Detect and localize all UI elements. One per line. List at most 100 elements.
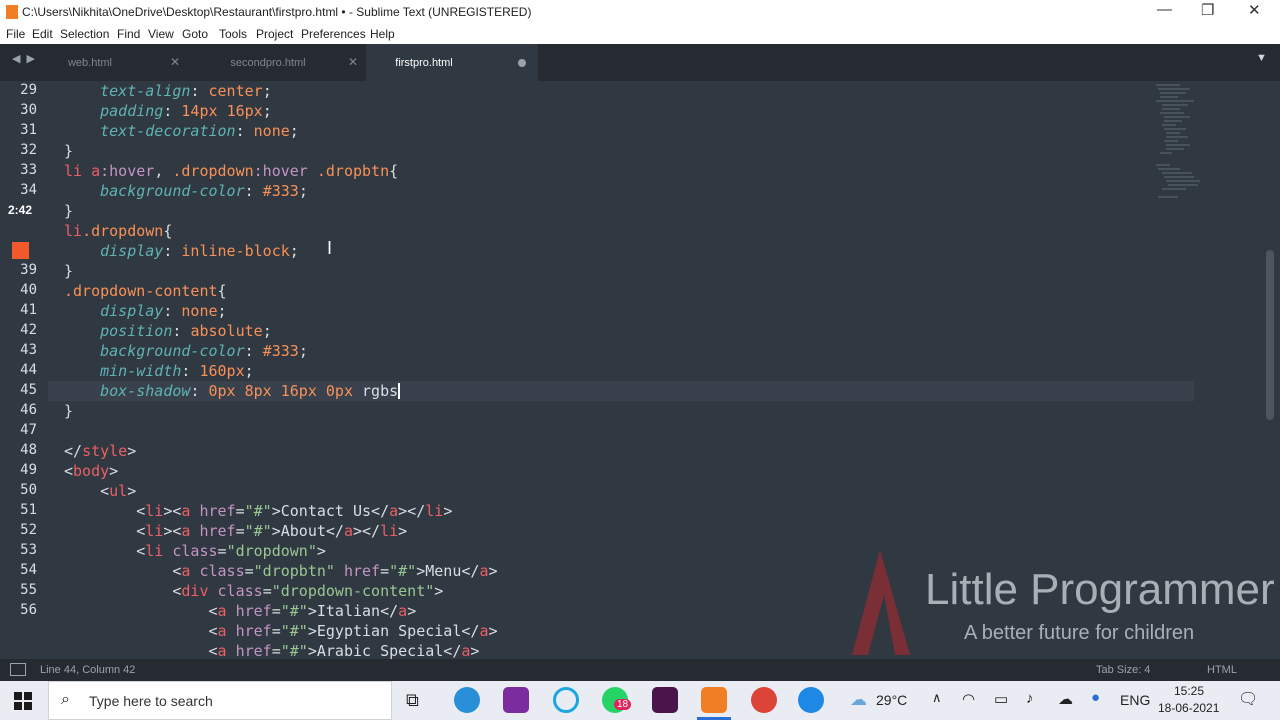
- whatsapp-badge: 18: [614, 699, 632, 710]
- code-token: :: [172, 322, 191, 340]
- clock-date[interactable]: 18-06-2021: [1158, 701, 1219, 715]
- code-token: none: [181, 302, 218, 320]
- line-number: 33: [20, 162, 37, 178]
- weather-cloud-icon[interactable]: ☁: [850, 690, 867, 710]
- code-token: =: [244, 562, 254, 580]
- menu-goto[interactable]: Goto: [182, 27, 208, 41]
- code-line[interactable]: background-color: #333;: [64, 182, 308, 200]
- line-number: 46: [20, 402, 37, 418]
- code-line[interactable]: position: absolute;: [64, 322, 272, 340]
- code-token: >: [127, 482, 137, 500]
- code-line[interactable]: <a class="dropbtn" href="#">Menu</a>: [64, 562, 497, 580]
- code-line[interactable]: text-decoration: none;: [64, 122, 299, 140]
- menu-file[interactable]: File: [6, 27, 25, 41]
- menu-selection[interactable]: Selection: [60, 27, 109, 41]
- code-line[interactable]: <ul>: [64, 482, 136, 500]
- code-line[interactable]: <li><a href="#">Contact Us</a></li>: [64, 502, 452, 520]
- notification-icon[interactable]: 🗨: [1238, 689, 1258, 709]
- volume-icon[interactable]: ♪: [1026, 690, 1034, 707]
- code-token: {: [163, 222, 173, 240]
- menu-tools[interactable]: Tools: [219, 27, 247, 41]
- menu-find[interactable]: Find: [117, 27, 140, 41]
- tab-size[interactable]: Tab Size: 4: [1096, 664, 1150, 676]
- task-view-icon[interactable]: ⧉: [406, 690, 419, 711]
- code-line[interactable]: <div class="dropdown-content">: [64, 582, 443, 600]
- slack-icon[interactable]: [652, 687, 678, 713]
- tab-firstpro-html[interactable]: firstpro.html: [366, 44, 538, 81]
- tab-list-dropdown-icon[interactable]: ▼: [1256, 52, 1267, 64]
- title-bar: C:\Users\Nikhita\OneDrive\Desktop\Restau…: [0, 0, 1280, 24]
- battery-icon[interactable]: ▭: [994, 690, 1008, 708]
- chrome-icon[interactable]: [751, 687, 777, 713]
- onedrive-icon[interactable]: ☁: [1058, 690, 1073, 708]
- code-token: padding: [64, 102, 164, 120]
- edge-icon[interactable]: [454, 687, 480, 713]
- minimize-icon[interactable]: —: [1157, 1, 1172, 18]
- vertical-scrollbar[interactable]: [1266, 250, 1274, 420]
- code-line[interactable]: padding: 14px 16px;: [64, 102, 272, 120]
- code-token: background-color: [64, 342, 245, 360]
- maximize-icon[interactable]: ❐: [1201, 1, 1214, 19]
- code-line[interactable]: </style>: [64, 442, 136, 460]
- windows-start-icon[interactable]: [14, 692, 32, 710]
- unsaved-dot-icon[interactable]: [518, 59, 526, 67]
- code-token: a: [398, 602, 408, 620]
- code-line[interactable]: display: inline-block;: [64, 242, 299, 260]
- code-line[interactable]: .dropdown-content{: [64, 282, 227, 300]
- line-number: 29: [20, 82, 37, 98]
- menu-edit[interactable]: Edit: [32, 27, 53, 41]
- menu-help[interactable]: Help: [370, 27, 395, 41]
- menu-project[interactable]: Project: [256, 27, 293, 41]
- onenote-icon[interactable]: [503, 687, 529, 713]
- code-token: "dropbtn": [253, 562, 335, 580]
- tab-close-icon[interactable]: ✕: [170, 55, 180, 69]
- code-line[interactable]: <a href="#">Egyptian Special</a>: [64, 622, 497, 640]
- cortana-icon[interactable]: [553, 687, 579, 713]
- code-token: 160px: [199, 362, 245, 380]
- code-line[interactable]: }: [64, 402, 73, 420]
- close-icon[interactable]: ✕: [1248, 1, 1261, 19]
- code-token: >Menu</: [416, 562, 480, 580]
- record-stop-icon[interactable]: [12, 242, 29, 259]
- code-token: display: [64, 242, 164, 260]
- meet-icon[interactable]: ●: [1091, 689, 1100, 706]
- sublime-taskbar-icon[interactable]: [701, 687, 727, 713]
- code-line[interactable]: li a:hover, .dropdown:hover .dropbtn{: [64, 162, 398, 180]
- menu-view[interactable]: View: [148, 27, 174, 41]
- code-line[interactable]: <li class="dropdown">: [64, 542, 326, 560]
- code-token: class: [163, 542, 218, 560]
- minimap[interactable]: [1150, 81, 1220, 221]
- tab-close-icon[interactable]: ✕: [348, 55, 358, 69]
- menu-preferences[interactable]: Preferences: [301, 27, 366, 41]
- code-token: class: [208, 582, 263, 600]
- code-token: li: [145, 542, 164, 560]
- code-line[interactable]: display: none;: [64, 302, 226, 320]
- language-indicator[interactable]: ENG: [1120, 692, 1150, 708]
- code-line[interactable]: }: [64, 142, 73, 160]
- code-line[interactable]: li.dropdown{: [64, 222, 172, 240]
- help-icon[interactable]: [798, 687, 824, 713]
- code-line[interactable]: background-color: #333;: [64, 342, 308, 360]
- taskbar-search-box[interactable]: ⌕ Type here to search: [48, 681, 392, 720]
- tab-web-html[interactable]: web.html ✕: [2, 44, 188, 81]
- code-line[interactable]: text-align: center;: [64, 82, 272, 100]
- wifi-icon[interactable]: ◠: [962, 690, 975, 708]
- panel-toggle-icon[interactable]: [10, 663, 26, 676]
- weather-temperature[interactable]: 29°C: [876, 692, 907, 708]
- line-number: 45: [20, 382, 37, 398]
- code-line[interactable]: }: [64, 262, 73, 280]
- tab-secondpro-html[interactable]: secondpro.html ✕: [180, 44, 366, 81]
- whatsapp-icon[interactable]: 18: [602, 687, 632, 713]
- code-line[interactable]: <a href="#">Arabic Special</a>: [64, 642, 479, 660]
- code-line[interactable]: min-width: 160px;: [64, 362, 254, 380]
- code-line[interactable]: box-shadow: 0px 8px 16px 0px rgbs: [64, 382, 401, 400]
- code-line[interactable]: }: [64, 202, 73, 220]
- code-token: href: [226, 642, 272, 660]
- code-line[interactable]: <li><a href="#">About</a></li>: [64, 522, 407, 540]
- code-line[interactable]: <a href="#">Italian</a>: [64, 602, 416, 620]
- syntax-mode[interactable]: HTML: [1207, 664, 1237, 676]
- show-hidden-icons-icon[interactable]: ∧: [932, 690, 942, 706]
- clock-time[interactable]: 15:25: [1174, 684, 1204, 698]
- code-line[interactable]: <body>: [64, 462, 118, 480]
